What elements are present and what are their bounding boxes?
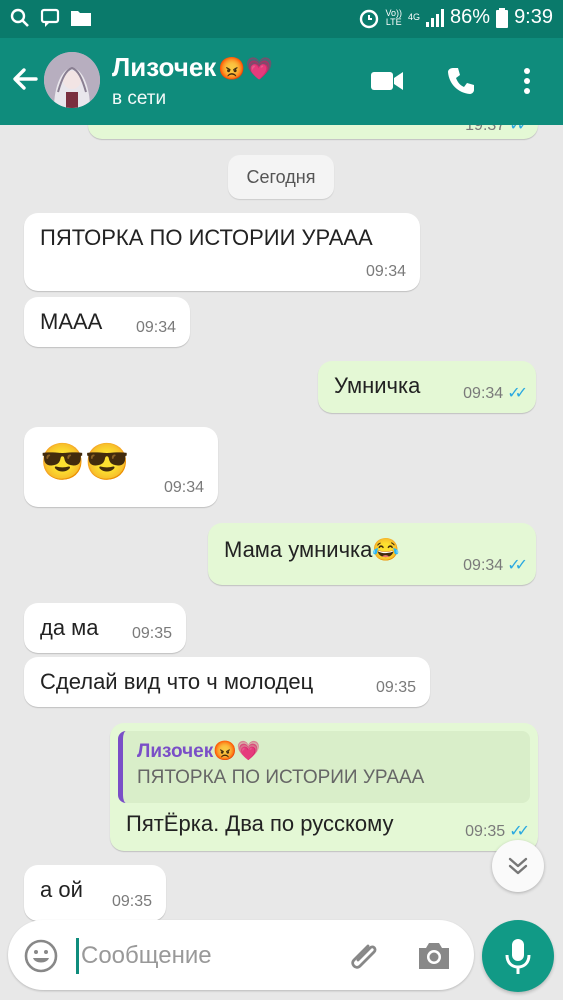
online-status: в сети	[112, 88, 167, 109]
message-time: 09:34	[463, 385, 504, 402]
message-list[interactable]: 19:37 ✓✓ Сегодня ПЯТОРКА ПО ИСТОРИИ УРААА…	[0, 125, 563, 925]
alarm-icon	[359, 9, 378, 28]
message-composer	[8, 920, 474, 990]
message-time: 09:35	[375, 679, 416, 696]
message-outgoing[interactable]: Умничка 09:34 ✓✓	[318, 361, 536, 413]
notification-icons	[10, 8, 92, 28]
message-time: 09:34	[163, 479, 204, 496]
search-icon	[10, 8, 29, 27]
read-ticks-icon: ✓✓	[509, 823, 530, 840]
contact-info[interactable]: Лизочек😡💗 в сети	[112, 52, 273, 110]
volte-indicator: Vo)) LTE	[385, 7, 403, 27]
chat-header: Лизочек😡💗 в сети	[0, 38, 563, 125]
chat-bubble-icon	[40, 8, 60, 27]
message-time: 09:34	[135, 319, 176, 336]
signal-icon	[426, 8, 445, 27]
message-time: 09:34	[365, 263, 406, 280]
scroll-to-bottom-button[interactable]	[492, 840, 544, 892]
phone-icon	[448, 68, 474, 94]
message-incoming[interactable]: Сделай вид что ч молодец 09:35	[24, 657, 430, 707]
message-incoming[interactable]: ПЯТОРКА ПО ИСТОРИИ УРААА 09:34	[24, 213, 420, 291]
message-incoming[interactable]: 😎😎 09:34	[24, 427, 218, 507]
clock: 9:39	[514, 6, 553, 28]
message-partial[interactable]: 19:37 ✓✓	[88, 125, 538, 139]
message-outgoing-reply[interactable]: Лизочек😡💗 ПЯТОРКА ПО ИСТОРИИ УРААА ПятЁр…	[110, 723, 538, 851]
mic-icon	[505, 939, 531, 974]
message-time: 09:34	[463, 557, 504, 574]
voice-call-button[interactable]	[442, 62, 480, 100]
network-type: 4G	[408, 12, 421, 22]
video-call-button[interactable]	[368, 62, 406, 100]
battery-icon	[496, 7, 509, 28]
battery-level: 86%	[450, 6, 491, 28]
back-arrow-icon[interactable]	[8, 62, 42, 96]
message-incoming[interactable]: МААА 09:34	[24, 297, 190, 347]
attach-icon[interactable]	[346, 938, 382, 974]
message-time: 09:35	[131, 625, 172, 642]
quoted-text: ПЯТОРКА ПО ИСТОРИИ УРААА	[137, 767, 425, 788]
message-text: Сделай вид что ч молодец	[40, 669, 314, 694]
message-text: ПятЁрка. Два по русскому	[126, 811, 394, 836]
quoted-message[interactable]: Лизочек😡💗 ПЯТОРКА ПО ИСТОРИИ УРААА	[118, 731, 530, 803]
mic-button[interactable]	[482, 920, 554, 992]
message-time: 09:35	[465, 823, 506, 840]
status-bar: Vo)) LTE 4G 86% 9:39	[0, 0, 563, 38]
read-ticks-icon: ✓✓	[507, 385, 528, 402]
message-text: 😎😎	[40, 441, 130, 482]
chevron-down-icon	[508, 857, 528, 875]
quoted-author: Лизочек😡💗	[137, 741, 261, 762]
emoji-icon[interactable]	[24, 939, 58, 973]
more-vert-icon	[524, 68, 530, 94]
message-text: ПЯТОРКА ПО ИСТОРИИ УРААА	[40, 225, 373, 250]
message-input[interactable]	[76, 938, 336, 974]
message-incoming[interactable]: а ой 09:35	[24, 865, 166, 921]
camera-icon[interactable]	[416, 938, 452, 974]
read-ticks-icon: ✓✓	[507, 557, 528, 574]
video-call-icon	[371, 72, 403, 90]
message-outgoing[interactable]: Мама умничка😂 09:34 ✓✓	[208, 523, 536, 585]
contact-name: Лизочек😡💗	[112, 52, 274, 82]
avatar[interactable]	[44, 52, 100, 108]
message-incoming[interactable]: да ма 09:35	[24, 603, 186, 653]
more-options-button[interactable]	[508, 62, 546, 100]
folder-icon	[71, 11, 91, 26]
date-divider: Сегодня	[228, 155, 334, 199]
message-time: 09:35	[111, 893, 152, 910]
